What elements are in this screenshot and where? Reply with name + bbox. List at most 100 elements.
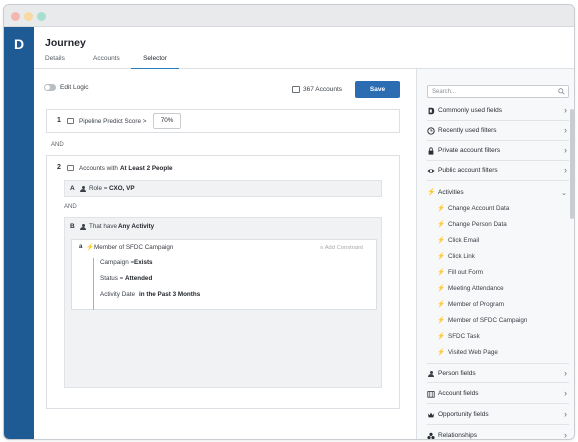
chevron-right-icon: ›	[564, 125, 567, 135]
activity-icon: ⚡	[437, 237, 446, 244]
activity-item[interactable]: ⚡ Meeting Attendance	[437, 281, 557, 297]
category-label: Person fields	[438, 370, 476, 377]
activity-icon: ⚡	[427, 189, 436, 196]
category-account-fields[interactable]: Account fields ›	[427, 384, 569, 404]
chevron-right-icon: ›	[564, 409, 567, 419]
page-header: Journey Details Accounts Selector	[34, 27, 574, 69]
category-label: Recently used filters	[438, 127, 497, 134]
search-placeholder: Search...	[432, 89, 457, 95]
constraint-status-key: Status =	[100, 275, 124, 282]
category-label: Opportunity fields	[438, 411, 489, 418]
category-activities[interactable]: ⚡ Activities ⌄	[427, 183, 569, 203]
sub-filter-b[interactable]: B That have Any Activity a ⚡ Member of S…	[64, 217, 382, 388]
d-logo-icon	[428, 107, 435, 115]
rule-1-card[interactable]: 1 Pipeline Predict Score > 70%	[46, 109, 400, 133]
app-window: D Journey Details Accounts Selector Edit…	[3, 4, 575, 440]
maximize-window-button[interactable]	[37, 12, 46, 21]
chevron-right-icon: ›	[564, 145, 567, 155]
chevron-down-icon: ⌄	[561, 190, 567, 197]
category-private-account-filters[interactable]: Private account filters ›	[427, 141, 569, 161]
rule-2-number: 2	[57, 164, 61, 171]
window-titlebar	[4, 5, 574, 27]
activity-item[interactable]: ⚡ Member of Program	[437, 297, 557, 313]
rule-2-card[interactable]: 2 Accounts with At Least 2 People A Role…	[46, 155, 400, 409]
constraint-group-line	[93, 258, 94, 310]
close-window-button[interactable]	[11, 12, 20, 21]
activity-label: Member of SFDC Campaign	[94, 244, 174, 251]
category-recently-used-filters[interactable]: Recently used filters ›	[427, 121, 569, 141]
activity-letter: a	[79, 244, 83, 250]
activity-icon: ⚡	[437, 253, 446, 260]
and-connector-2: AND	[64, 204, 77, 210]
activity-item[interactable]: ⚡ SFDC Task	[437, 329, 557, 345]
app-sidebar: D	[4, 27, 34, 439]
constraint-date-value: in the Past 3 Months	[139, 291, 201, 298]
sub-filter-a-letter: A	[70, 185, 75, 192]
category-person-fields[interactable]: Person fields ›	[427, 363, 569, 383]
sub-filter-b-label-prefix: That have	[89, 223, 118, 230]
activity-item[interactable]: ⚡ Member of SFDC Campaign	[437, 313, 557, 329]
tab-details[interactable]: Details	[45, 53, 65, 69]
constraint-campaign-key: Campaign =	[100, 259, 135, 266]
category-commonly-used-fields[interactable]: Commonly used fields ›	[427, 101, 569, 121]
sub-filter-a[interactable]: A Role = CXO, VP	[64, 180, 382, 197]
person-icon	[80, 186, 86, 192]
account-filter-icon	[67, 118, 74, 124]
filter-search-input[interactable]: Search...	[427, 85, 569, 98]
activity-item[interactable]: ⚡ Change Account Data	[437, 201, 557, 217]
add-constraint-button[interactable]: ≡ Add Constraint	[320, 245, 363, 251]
rule-1-value-input[interactable]: 70%	[153, 113, 181, 129]
edit-logic-toggle[interactable]	[44, 84, 56, 91]
category-opportunity-fields[interactable]: Opportunity fields ›	[427, 405, 569, 425]
activity-item[interactable]: ⚡ Click Email	[437, 233, 557, 249]
category-relationships[interactable]: Relationships ›	[427, 426, 569, 440]
activity-icon: ⚡	[437, 333, 446, 340]
constraint-date-key: Activity Date	[100, 291, 135, 298]
activity-icon: ⚡	[437, 301, 446, 308]
save-button[interactable]: Save	[355, 81, 400, 98]
category-label: Activities	[438, 189, 464, 196]
edit-logic-label: Edit Logic	[60, 84, 89, 91]
sub-filter-a-label: Role =	[89, 185, 108, 192]
minimize-window-button[interactable]	[24, 12, 33, 21]
rule-2-label-prefix: Accounts with	[79, 165, 118, 172]
category-label: Relationships	[438, 432, 478, 439]
tab-accounts[interactable]: Accounts	[93, 53, 120, 69]
lock-icon	[428, 147, 434, 155]
tab-selector[interactable]: Selector	[131, 53, 179, 69]
eye-icon	[427, 169, 435, 173]
logo-icon: D	[8, 33, 30, 59]
activity-icon: ⚡	[437, 269, 446, 276]
constraint-status-value: Attended	[125, 275, 153, 282]
selector-editor: Edit Logic 367 Accounts Save 1 Pipeline …	[34, 69, 416, 439]
activity-icon: ⚡	[437, 205, 446, 212]
logo-letter: D	[14, 36, 24, 52]
activity-item[interactable]: ⚡ Change Person Data	[437, 217, 557, 233]
accounts-count: 367 Accounts	[303, 86, 343, 93]
crown-icon	[427, 412, 435, 418]
activity-filter-box[interactable]: a ⚡ Member of SFDC Campaign ≡ Add Constr…	[71, 239, 377, 310]
relationships-icon	[427, 432, 435, 439]
chevron-right-icon: ›	[564, 105, 567, 115]
sub-filter-b-label-bold: Any Activity	[118, 223, 155, 230]
and-connector-1: AND	[51, 142, 64, 148]
rule-1-number: 1	[57, 117, 61, 124]
category-public-account-filters[interactable]: Public account filters ›	[427, 161, 569, 181]
person-icon	[428, 371, 436, 379]
activity-item[interactable]: ⚡ Fill out Form	[437, 265, 557, 281]
app-logo[interactable]: D	[8, 33, 30, 59]
activity-item[interactable]: ⚡ Visited Web Page	[437, 345, 557, 361]
activity-icon: ⚡	[86, 244, 95, 251]
account-filter-icon	[67, 165, 74, 171]
sub-filter-b-letter: B	[70, 223, 75, 230]
chevron-right-icon: ›	[564, 430, 567, 440]
category-label: Account fields	[438, 390, 479, 397]
category-label: Private account filters	[438, 147, 501, 154]
person-icon	[80, 224, 86, 230]
activity-icon: ⚡	[437, 317, 446, 324]
chevron-right-icon: ›	[564, 388, 567, 398]
activity-item[interactable]: ⚡ Click Link	[437, 249, 557, 265]
search-icon	[558, 88, 565, 95]
panel-scrollbar[interactable]	[570, 109, 574, 219]
activity-icon: ⚡	[437, 285, 446, 292]
